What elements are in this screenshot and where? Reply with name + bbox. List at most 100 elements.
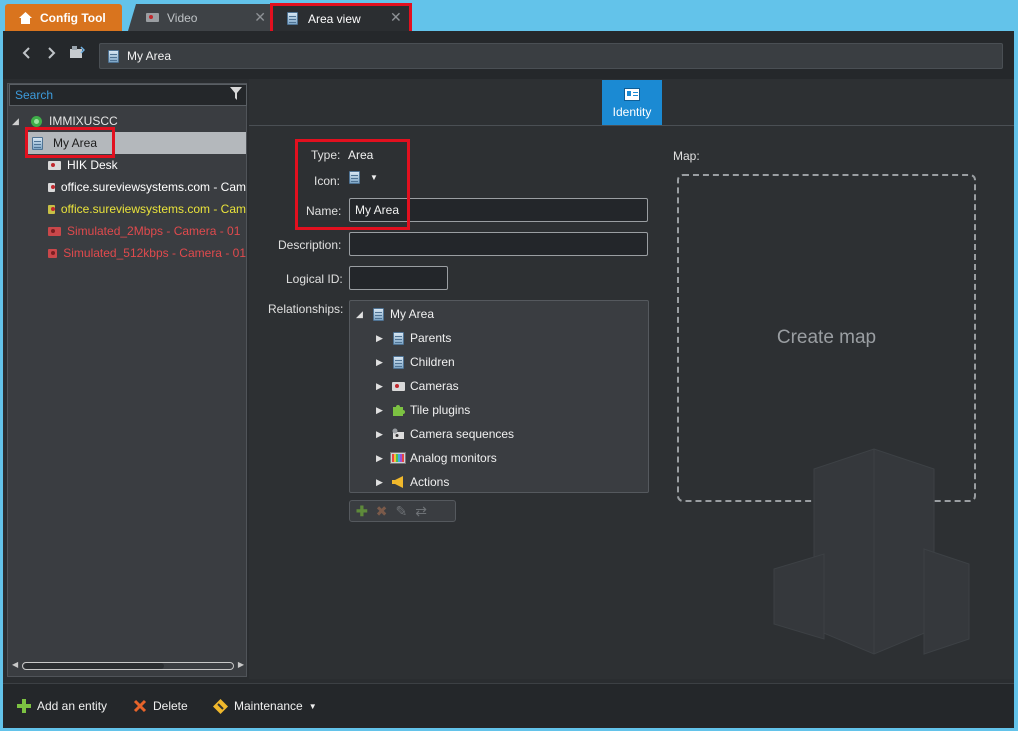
relationship-cameras[interactable]: ▶ Cameras xyxy=(376,376,459,396)
tree-item-hik-desk[interactable]: HIK Desk xyxy=(48,154,118,176)
tab-video[interactable]: Video ✕ xyxy=(128,4,270,31)
expand-icon[interactable]: ▶ xyxy=(376,381,390,392)
relationship-label: Tile plugins xyxy=(410,403,471,417)
relationship-children[interactable]: ▶ Children xyxy=(376,352,455,372)
search-placeholder: Search xyxy=(15,88,54,102)
bottom-toolbar: Add an entity Delete Maintenance ▼ xyxy=(3,683,1014,728)
search-input[interactable]: Search xyxy=(9,84,247,106)
puzzle-icon xyxy=(390,403,406,417)
delete-button[interactable]: Delete xyxy=(133,695,188,717)
tree-item-camera[interactable]: Simulated_2Mbps - Camera - 01 xyxy=(48,220,246,242)
add-entity-button[interactable]: Add an entity xyxy=(17,695,107,717)
home-icon xyxy=(19,11,32,24)
tree-item-camera[interactable]: office.sureviewsystems.com - Cam xyxy=(48,176,246,198)
tree-item-label: office.sureviewsystems.com - Cam xyxy=(60,180,246,194)
tasks-icon xyxy=(70,46,86,58)
scroll-left-icon[interactable]: ◀ xyxy=(12,660,18,669)
collapse-icon[interactable]: ◢ xyxy=(356,309,370,320)
filter-icon[interactable] xyxy=(230,87,242,104)
expand-icon[interactable]: ▶ xyxy=(376,405,390,416)
chevron-left-icon xyxy=(22,47,30,59)
relationship-root[interactable]: ◢ My Area xyxy=(356,304,434,324)
relationships-toolbar: ✚ ✖ ✎ ⇄ xyxy=(349,500,456,522)
scroll-right-icon[interactable]: ▶ xyxy=(238,660,244,669)
edit-icon[interactable]: ✎ xyxy=(395,503,407,520)
name-field[interactable]: My Area xyxy=(349,198,648,222)
collapse-icon[interactable]: ◢ xyxy=(12,116,24,127)
camera-icon xyxy=(48,248,58,258)
add-entity-label: Add an entity xyxy=(37,699,108,713)
tree-root-label: IMMIXUSCC xyxy=(49,114,118,128)
tree-root[interactable]: ◢ IMMIXUSCC xyxy=(12,110,118,132)
tasks-button[interactable] xyxy=(67,45,87,65)
name-label: Name: xyxy=(306,204,342,218)
tree-item-my-area[interactable]: My Area xyxy=(26,132,246,154)
tab-config-tool-label: Config Tool xyxy=(40,10,106,25)
maintenance-label: Maintenance xyxy=(234,699,303,713)
expand-icon[interactable]: ▶ xyxy=(376,357,390,368)
expand-icon[interactable]: ▶ xyxy=(376,429,390,440)
area-icon xyxy=(32,136,43,150)
main-window: My Area Search ◢ IMMIXUSCC My Area HIK D… xyxy=(3,31,1014,728)
camera-icon xyxy=(48,204,55,214)
relationship-camera-sequences[interactable]: ▶ Camera sequences xyxy=(376,424,514,444)
tab-identity[interactable]: Identity xyxy=(602,80,662,125)
area-icon xyxy=(390,355,406,369)
building-watermark-icon xyxy=(773,448,970,655)
content-panel: Identity Type: Area Icon: ▼ Name: My Are… xyxy=(249,79,1014,679)
camera-icon xyxy=(48,182,55,192)
description-field[interactable] xyxy=(349,232,648,256)
relationship-analog-monitors[interactable]: ▶ Analog monitors xyxy=(376,448,497,468)
relationship-parents[interactable]: ▶ Parents xyxy=(376,328,451,348)
delete-icon xyxy=(133,699,147,713)
tab-config-tool[interactable]: Config Tool xyxy=(5,4,122,31)
back-button[interactable] xyxy=(17,45,35,65)
scroll-track[interactable] xyxy=(22,662,234,670)
address-bar[interactable]: My Area xyxy=(99,43,1003,69)
type-value: Area xyxy=(348,148,374,162)
logical-id-field[interactable] xyxy=(349,266,448,290)
tree-item-label: Simulated_2Mbps - Camera - 01 xyxy=(67,224,241,238)
camera-sequence-icon xyxy=(390,427,406,441)
forward-button[interactable] xyxy=(43,45,61,65)
horizontal-scrollbar[interactable]: ◀ ▶ xyxy=(12,660,244,672)
area-icon xyxy=(390,331,406,345)
tree-item-label: Simulated_512kbps - Camera - 01 xyxy=(63,246,246,260)
relationship-label: Cameras xyxy=(410,379,459,393)
entity-tree-panel: Search ◢ IMMIXUSCC My Area HIK Desk offi… xyxy=(7,83,247,677)
expand-icon[interactable]: ▶ xyxy=(376,333,390,344)
logical-id-label: Logical ID: xyxy=(286,272,343,286)
navigation-bar: My Area xyxy=(3,31,1014,79)
relationship-actions[interactable]: ▶ Actions xyxy=(376,472,449,492)
tree-item-camera[interactable]: office.sureviewsystems.com - Cam xyxy=(48,198,246,220)
maintenance-icon xyxy=(213,698,228,714)
relationship-label: Actions xyxy=(410,475,450,489)
server-icon xyxy=(31,115,42,127)
area-icon xyxy=(287,12,298,25)
camera-icon xyxy=(390,379,406,393)
close-icon[interactable]: ✕ xyxy=(390,9,402,26)
maintenance-menu[interactable]: Maintenance ▼ xyxy=(213,695,317,717)
icon-picker[interactable]: ▼ xyxy=(349,171,378,184)
scroll-thumb[interactable] xyxy=(24,663,164,669)
relationship-label: Camera sequences xyxy=(410,427,515,441)
tree-item-camera[interactable]: Simulated_512kbps - Camera - 01 xyxy=(48,242,246,264)
relationship-label: Analog monitors xyxy=(410,451,497,465)
expand-icon[interactable]: ▶ xyxy=(376,453,390,464)
monitor-icon xyxy=(390,451,406,465)
delete-icon[interactable]: ✖ xyxy=(376,503,388,520)
plus-icon xyxy=(17,699,31,713)
add-icon[interactable]: ✚ xyxy=(356,503,368,520)
relationships-label: Relationships: xyxy=(268,302,344,316)
expand-icon[interactable]: ▶ xyxy=(376,477,390,488)
close-icon[interactable]: ✕ xyxy=(254,9,266,26)
relationship-tile-plugins[interactable]: ▶ Tile plugins xyxy=(376,400,470,420)
area-icon xyxy=(370,307,386,321)
description-label: Description: xyxy=(278,238,342,252)
chevron-right-icon xyxy=(48,47,56,59)
relationship-label: Parents xyxy=(410,331,452,345)
tab-area-view-label: Area view xyxy=(308,11,361,26)
icon-label: Icon: xyxy=(314,174,341,188)
megaphone-icon xyxy=(390,475,406,489)
link-icon[interactable]: ⇄ xyxy=(415,503,427,520)
